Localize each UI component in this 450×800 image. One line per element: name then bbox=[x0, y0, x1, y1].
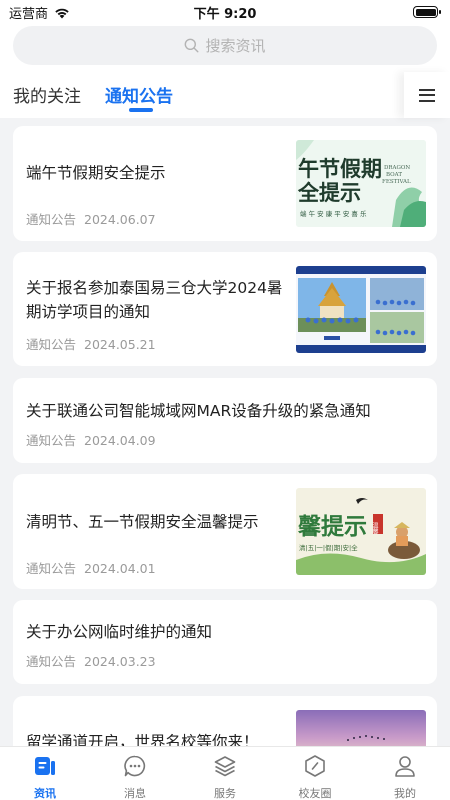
battery-icon bbox=[413, 6, 441, 18]
news-date: 2024.04.09 bbox=[84, 433, 156, 448]
thumb-text: 清|五|一|假|期|安|全 bbox=[299, 543, 358, 552]
thumb-text: 温馨 bbox=[371, 521, 378, 535]
news-category: 通知公告 bbox=[26, 654, 77, 669]
nav-messages-label: 消息 bbox=[124, 787, 146, 800]
service-layers-icon bbox=[214, 756, 236, 777]
thumb-text: 午节假期 bbox=[298, 156, 382, 181]
news-title: 端午节假期安全提示 bbox=[26, 164, 166, 182]
news-category: 通知公告 bbox=[26, 337, 77, 352]
nav-profile-label: 我的 bbox=[394, 787, 416, 800]
news-title: 关于联通公司智能城域网MAR设备升级的紧急通知 bbox=[26, 402, 371, 420]
news-date: 2024.03.23 bbox=[84, 654, 156, 669]
news-category: 通知公告 bbox=[26, 212, 77, 227]
tab-notices[interactable]: 通知公告 bbox=[105, 82, 173, 107]
nav-news[interactable]: 资讯 bbox=[0, 747, 90, 800]
profile-icon bbox=[395, 756, 415, 777]
news-meta: 通知公告 2024.04.09 bbox=[26, 430, 156, 449]
alumni-compass-icon bbox=[305, 755, 325, 777]
status-time: 下午 9:20 bbox=[193, 7, 257, 22]
news-card[interactable]: 关于联通公司智能城域网MAR设备升级的紧急通知 通知公告 2024.04.09 bbox=[13, 378, 437, 463]
news-card[interactable]: 端午节假期安全提示 通知公告 2024.06.07 午节假期 全提示 DRAGON… bbox=[13, 126, 437, 241]
thumb-text: BOAT bbox=[386, 172, 402, 178]
tab-my-follow[interactable]: 我的关注 bbox=[13, 82, 81, 107]
search-icon bbox=[185, 38, 199, 53]
news-title: 清明节、五一节假期安全温馨提示 bbox=[26, 513, 259, 531]
thumb-text: DRAGON bbox=[384, 165, 410, 171]
news-category: 通知公告 bbox=[26, 561, 77, 576]
thumb-text: 端 午 安 康 平 安 喜 乐 bbox=[300, 209, 367, 218]
search-input[interactable]: 搜索资讯 bbox=[13, 26, 437, 65]
news-card[interactable]: 关于报名参加泰国易三仓大学2024暑期访学项目的通知 通知公告 2024.05.2… bbox=[13, 252, 437, 366]
search-area: 搜索资讯 bbox=[0, 24, 450, 72]
news-date: 2024.04.01 bbox=[84, 561, 156, 576]
news-card[interactable]: 关于办公网临时维护的通知 通知公告 2024.03.23 bbox=[13, 600, 437, 684]
nav-services[interactable]: 服务 bbox=[180, 747, 270, 800]
message-icon bbox=[124, 755, 146, 777]
news-thumbnail: 午节假期 全提示 DRAGON BOAT FESTIVAL 端 午 安 康 平 … bbox=[296, 140, 426, 227]
news-meta: 通知公告 2024.03.23 bbox=[26, 651, 156, 670]
menu-icon bbox=[419, 88, 435, 102]
nav-profile[interactable]: 我的 bbox=[360, 747, 450, 800]
news-meta: 通知公告 2024.05.21 bbox=[26, 334, 156, 353]
news-icon bbox=[35, 757, 55, 775]
news-category: 通知公告 bbox=[26, 433, 77, 448]
news-card[interactable]: 清明节、五一节假期安全温馨提示 通知公告 2024.04.01 馨提示 温馨 清|… bbox=[13, 474, 437, 589]
thumb-text: 馨提示 bbox=[297, 513, 367, 540]
search-placeholder: 搜索资讯 bbox=[205, 37, 266, 55]
nav-alumni-label: 校友圈 bbox=[298, 787, 332, 800]
news-meta: 通知公告 2024.06.07 bbox=[26, 209, 156, 228]
news-meta: 通知公告 2024.04.01 bbox=[26, 558, 156, 577]
news-thumbnail: 馨提示 温馨 清|五|一|假|期|安|全 bbox=[296, 488, 426, 575]
tab-menu-button[interactable] bbox=[404, 72, 450, 118]
thumb-text: 全提示 bbox=[297, 180, 361, 205]
news-date: 2024.06.07 bbox=[84, 212, 156, 227]
news-thumbnail bbox=[296, 266, 426, 353]
nav-messages[interactable]: 消息 bbox=[90, 747, 180, 800]
news-date: 2024.05.21 bbox=[84, 337, 156, 352]
bottom-tab-bar: 资讯 消息 服务 校友圈 我的 bbox=[0, 746, 450, 800]
status-bar: 运营商 下午 9:20 bbox=[0, 0, 450, 24]
thumb-text: FESTIVAL bbox=[382, 179, 411, 185]
news-title: 关于报名参加泰国易三仓大学2024暑期访学项目的通知 bbox=[26, 279, 283, 321]
nav-news-label: 资讯 bbox=[34, 787, 56, 800]
category-tabs: 我的关注 通知公告 bbox=[0, 72, 450, 118]
news-title: 关于办公网临时维护的通知 bbox=[26, 623, 213, 641]
nav-alumni[interactable]: 校友圈 bbox=[270, 747, 360, 800]
active-tab-indicator bbox=[129, 108, 153, 112]
nav-services-label: 服务 bbox=[214, 787, 236, 800]
